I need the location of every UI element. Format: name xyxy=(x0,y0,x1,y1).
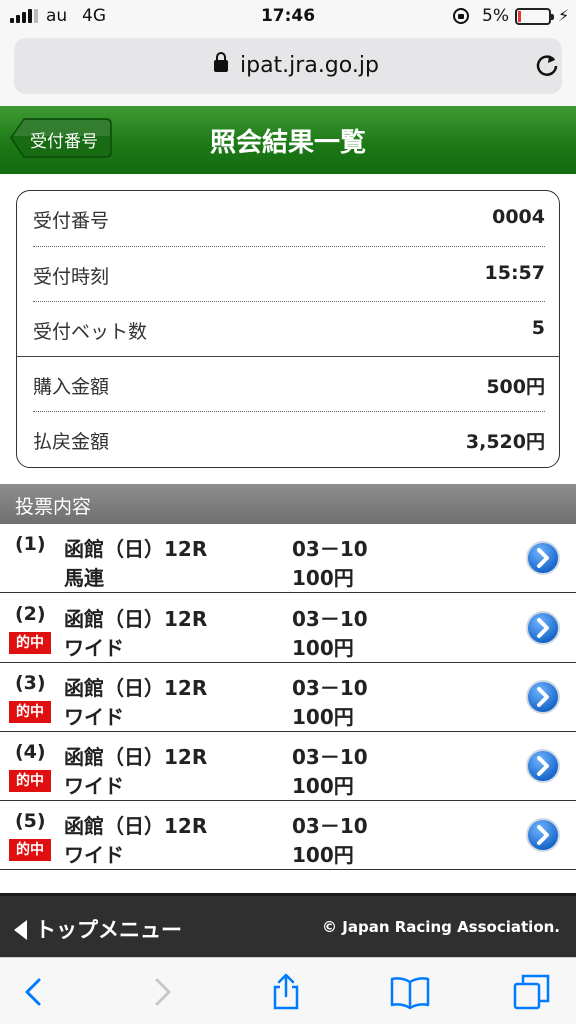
forward-icon[interactable] xyxy=(142,972,182,1012)
triangle-left-icon xyxy=(14,920,27,940)
bet-combination: 03－10 xyxy=(292,537,368,561)
bet-amount: 100円 xyxy=(292,566,354,590)
battery-icon xyxy=(515,8,554,25)
rotation-lock-icon xyxy=(453,8,469,24)
browser-toolbar xyxy=(0,957,576,1024)
summary-label: 受付番号 xyxy=(33,210,110,232)
bet-row[interactable]: (5) 函館（日）12R 的中 ワイド 03－10 100円 xyxy=(0,801,576,870)
bet-index: (3) xyxy=(15,672,46,694)
bet-index: (5) xyxy=(15,810,46,832)
tabs-icon[interactable] xyxy=(512,972,552,1012)
bet-type: ワイド xyxy=(64,705,124,729)
bet-combination: 03－10 xyxy=(292,676,368,700)
footer-bar: トップメニュー © Japan Racing Association. xyxy=(0,893,576,957)
bet-amount: 100円 xyxy=(292,774,354,798)
copyright-text: © Japan Racing Association. xyxy=(322,918,560,936)
bet-amount: 100円 xyxy=(292,843,354,867)
summary-value: 15:57 xyxy=(484,262,545,284)
chevron-right-circle-icon[interactable] xyxy=(525,817,561,853)
battery-percent: 5% xyxy=(482,6,509,26)
charging-bolt-icon: ⚡ xyxy=(558,6,570,25)
bet-race: 函館（日）12R xyxy=(64,676,208,700)
browser-address-area: ipat.jra.go.jp xyxy=(0,34,576,106)
bet-row[interactable]: (2) 函館（日）12R 的中 ワイド 03－10 100円 xyxy=(0,594,576,663)
chevron-right-circle-icon[interactable] xyxy=(525,540,561,576)
bet-type: ワイド xyxy=(64,843,124,867)
back-icon[interactable] xyxy=(14,972,54,1012)
summary-value: 0004 xyxy=(492,206,545,228)
bet-type: ワイド xyxy=(64,774,124,798)
page-header: 受付番号 照会結果一覧 xyxy=(0,106,576,174)
reload-icon[interactable] xyxy=(534,52,560,78)
summary-card: 受付番号 0004 受付時刻 15:57 受付ベット数 5 購入金額 500円 … xyxy=(16,190,560,468)
bet-index: (1) xyxy=(15,533,46,555)
hit-badge: 的中 xyxy=(9,839,51,861)
summary-label: 払戻金額 xyxy=(33,431,110,453)
summary-row-payout-amount: 払戻金額 3,520円 xyxy=(33,412,545,467)
hit-badge: 的中 xyxy=(9,701,51,723)
summary-row-receipt-number: 受付番号 0004 xyxy=(33,191,545,246)
bet-combination: 03－10 xyxy=(292,607,368,631)
bet-row[interactable]: (1) 函館（日）12R 馬連 03－10 100円 xyxy=(0,524,576,593)
hit-badge: 的中 xyxy=(9,770,51,792)
bet-race: 函館（日）12R xyxy=(64,607,208,631)
bet-amount: 100円 xyxy=(292,636,354,660)
summary-label: 購入金額 xyxy=(33,376,110,398)
chevron-right-circle-icon[interactable] xyxy=(525,679,561,715)
summary-label: 受付ベット数 xyxy=(33,321,148,343)
bet-race: 函館（日）12R xyxy=(64,537,208,561)
share-icon[interactable] xyxy=(266,972,306,1012)
page-title: 照会結果一覧 xyxy=(209,128,366,158)
top-menu-label: トップメニュー xyxy=(35,918,182,942)
bet-race: 函館（日）12R xyxy=(64,745,208,769)
bet-amount: 100円 xyxy=(292,705,354,729)
bet-combination: 03－10 xyxy=(292,745,368,769)
top-menu-link[interactable]: トップメニュー xyxy=(14,914,182,944)
bet-combination: 03－10 xyxy=(292,814,368,838)
bet-row[interactable]: (4) 函館（日）12R 的中 ワイド 03－10 100円 xyxy=(0,732,576,801)
summary-label: 受付時刻 xyxy=(33,266,110,288)
url-text[interactable]: ipat.jra.go.jp xyxy=(240,53,379,78)
chevron-right-circle-icon[interactable] xyxy=(525,748,561,784)
bet-index: (2) xyxy=(15,603,46,625)
address-bar[interactable]: ipat.jra.go.jp xyxy=(14,38,562,94)
section-header: 投票内容 xyxy=(0,484,576,524)
hit-badge: 的中 xyxy=(9,632,51,654)
back-button-label: 受付番号 xyxy=(30,132,98,152)
bookmarks-icon[interactable] xyxy=(390,972,430,1012)
lock-icon xyxy=(214,52,228,72)
bet-race: 函館（日）12R xyxy=(64,814,208,838)
bet-type: 馬連 xyxy=(64,566,104,590)
summary-value: 500円 xyxy=(486,376,545,398)
bet-type: ワイド xyxy=(64,636,124,660)
back-button[interactable]: 受付番号 xyxy=(10,118,112,158)
bet-index: (4) xyxy=(15,741,46,763)
section-title: 投票内容 xyxy=(15,496,92,518)
summary-row-receipt-time: 受付時刻 15:57 xyxy=(33,247,545,302)
bet-row[interactable]: (3) 函館（日）12R 的中 ワイド 03－10 100円 xyxy=(0,663,576,732)
summary-value: 5 xyxy=(531,317,545,339)
chevron-right-circle-icon[interactable] xyxy=(525,610,561,646)
summary-row-bet-count: 受付ベット数 5 xyxy=(33,302,545,357)
summary-row-purchase-amount: 購入金額 500円 xyxy=(33,357,545,412)
status-bar: au 4G 17:46 5% ⚡ xyxy=(0,0,576,34)
summary-value: 3,520円 xyxy=(465,431,545,453)
